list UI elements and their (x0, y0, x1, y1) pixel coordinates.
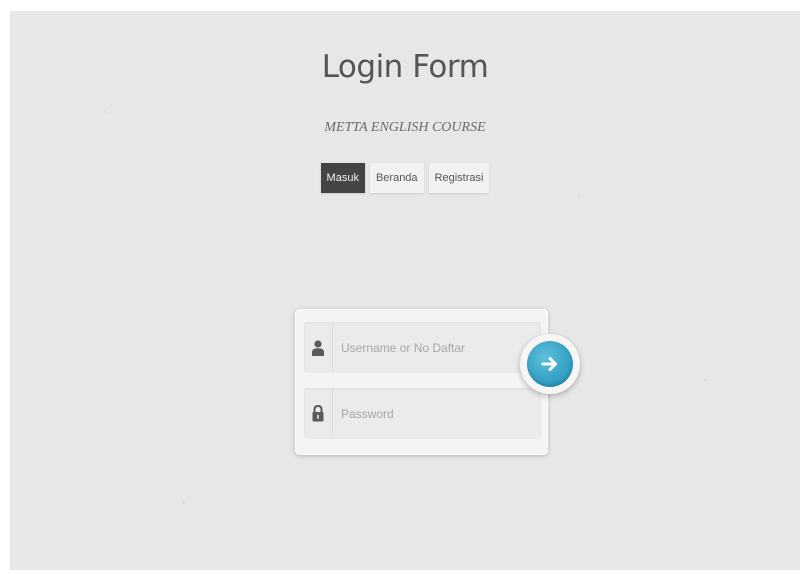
submit-ring (520, 334, 580, 394)
nav-masuk-button[interactable]: Masuk (320, 163, 365, 193)
nav-bar: Masuk Beranda Registrasi (10, 163, 800, 193)
password-input[interactable] (341, 388, 521, 439)
arrow-right-icon (541, 357, 557, 371)
password-field (304, 388, 541, 439)
page-title: Login Form (321, 49, 489, 85)
username-field (304, 322, 541, 373)
lock-icon (304, 388, 333, 439)
login-submit-button[interactable] (527, 341, 573, 387)
username-input[interactable] (341, 322, 521, 373)
login-panel (295, 309, 548, 455)
page-background: Login Form METTA ENGLISH COURSE Masuk Be… (10, 11, 800, 570)
nav-registrasi-button[interactable]: Registrasi (428, 163, 490, 193)
page-subtitle: METTA ENGLISH COURSE (324, 120, 486, 135)
user-icon (304, 322, 333, 373)
nav-beranda-button[interactable]: Beranda (369, 163, 424, 193)
